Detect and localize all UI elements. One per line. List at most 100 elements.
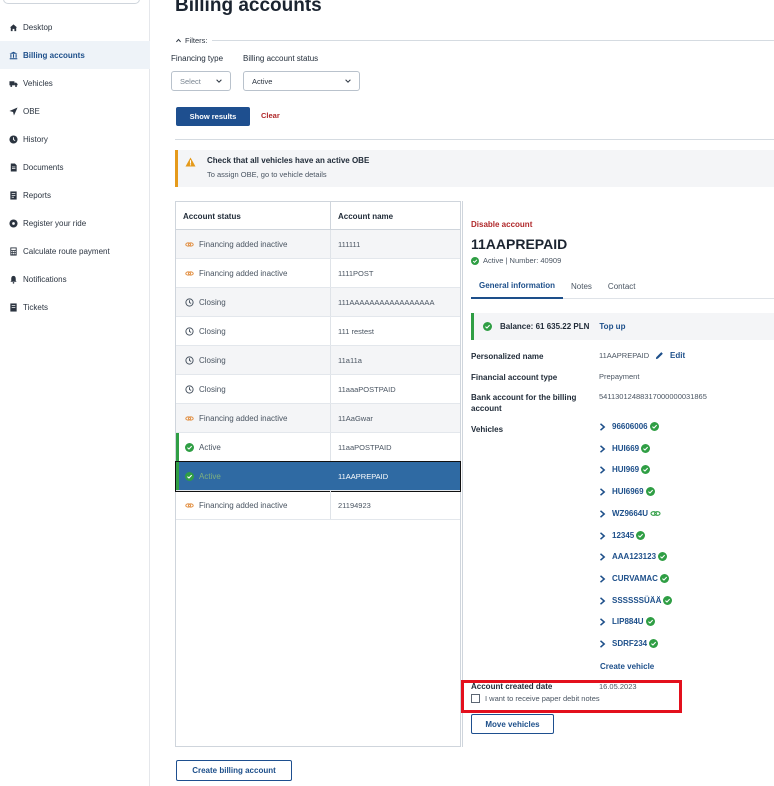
status-text: Closing [199,297,226,307]
status-filter-select[interactable]: Active [243,71,360,91]
vehicle-link[interactable]: HUI6969 [599,487,655,496]
sidebar-item-notifications[interactable]: Notifications [0,265,150,293]
register-icon [8,218,18,228]
status-text: Financing added inactive [199,413,288,423]
sidebar-top-control[interactable] [3,0,140,4]
table-row[interactable]: Financing added inactive 11AaGwar [176,404,460,433]
cell-status: Active [176,462,331,490]
vehicle-plate: LIP884U [612,617,644,626]
sidebar-item-billing-accounts[interactable]: Billing accounts [0,41,150,69]
vehicle-link[interactable]: WZ9664U [599,509,661,518]
edit-name-button[interactable]: Edit [655,351,685,360]
link-icon [185,269,194,278]
divider [175,139,774,140]
bank-icon [8,50,18,60]
chevron-right-icon [599,444,606,453]
obe-warning-banner: Check that all vehicles have an active O… [175,150,774,187]
sidebar-item-label: Desktop [23,22,53,32]
filters-toggle[interactable]: Filters: [175,36,774,45]
sidebar-item-desktop[interactable]: Desktop [0,13,150,41]
vehicle-plate: HUI6969 [612,487,644,496]
top-up-link[interactable]: Top up [599,322,625,331]
vehicle-link[interactable]: SDRF234 [599,639,659,648]
tab-general-information[interactable]: General information [471,273,564,299]
checkbox-box[interactable] [471,694,480,703]
check-circle-icon [659,574,669,583]
show-results-button[interactable]: Show results [176,107,250,126]
cell-status: Financing added inactive [176,491,331,519]
vehicle-link[interactable]: CURVAMAC [599,574,669,583]
cell-account-name: 11aaPOSTPAID [338,442,392,452]
link-icon [185,501,194,510]
table-row[interactable]: Closing 11aaaPOSTPAID [176,375,460,404]
sidebar-item-label: Documents [23,162,64,172]
status-text: Financing added inactive [199,239,288,249]
table-row[interactable]: Closing 111 restest [176,317,460,346]
vehicle-link[interactable]: SSSSSSÜÄÄ [599,596,673,605]
chevron-right-icon [599,509,606,518]
personalized-name-label: Personalized name [471,352,544,361]
table-row[interactable]: Active 11aaPOSTPAID [176,433,460,462]
sidebar-item-label: Vehicles [23,78,53,88]
create-vehicle-link[interactable]: Create vehicle [600,662,654,671]
check-circle-icon [471,256,479,265]
move-vehicles-button[interactable]: Move vehicles [471,714,554,734]
chevron-down-icon [345,79,351,83]
sidebar-item-register-your-ride[interactable]: Register your ride [0,209,150,237]
table-row[interactable]: Financing added inactive 1111POST [176,259,460,288]
vehicle-link[interactable]: 96606006 [599,422,659,431]
document-icon [8,162,18,172]
clear-filters-button[interactable]: Clear [261,111,280,120]
table-row[interactable]: Financing added inactive 111111 [176,230,460,259]
bank-account-label: Bank account for the billing account [471,393,577,413]
vehicle-link[interactable]: HUI669 [599,444,651,453]
sidebar-item-label: Reports [23,190,52,200]
vehicle-link[interactable]: AAA123123 [599,552,668,561]
vehicle-link[interactable]: LIP884U [599,617,655,626]
status-filter-label: Billing account status [243,54,319,63]
cell-status: Financing added inactive [176,404,331,432]
sidebar-item-label: Billing accounts [23,50,85,60]
warning-title: Check that all vehicles have an active O… [207,156,370,165]
table-row[interactable]: Active 11AAPREPAID [175,461,461,492]
cell-status: Financing added inactive [176,230,331,258]
sidebar-item-vehicles[interactable]: Vehicles [0,69,150,97]
sidebar-item-label: OBE [23,106,40,116]
financial-type-value: Prepayment [599,372,640,381]
filters-label: Filters: [185,36,208,45]
cell-account-name: 11AaGwar [338,413,373,423]
sidebar-item-calculate-route-payment[interactable]: Calculate route payment [0,237,150,265]
tab-contact[interactable]: Contact [600,273,644,299]
check-circle-icon [649,422,659,431]
financing-type-select[interactable]: Select [171,71,231,91]
vehicle-link[interactable]: HUI969 [599,465,651,474]
vehicle-plate: 12345 [612,531,635,540]
chevron-right-icon [599,487,606,496]
column-header-status[interactable]: Account status [176,202,331,230]
disable-account-link[interactable]: Disable account [471,220,532,229]
chevron-right-icon [599,574,606,583]
sidebar-item-reports[interactable]: Reports [0,181,150,209]
check-circle-icon [641,444,651,453]
tab-notes[interactable]: Notes [563,273,600,299]
vehicle-link[interactable]: 12345 [599,531,646,540]
pencil-icon [655,352,663,360]
chevron-right-icon [599,465,606,474]
account-detail-panel: Disable account 11AAPREPAID Active | Num… [462,201,774,747]
financing-type-label: Financing type [171,54,224,63]
create-billing-account-button[interactable]: Create billing account [176,760,292,781]
sidebar-item-documents[interactable]: Documents [0,153,150,181]
vehicle-plate: SSSSSSÜÄÄ [612,596,662,605]
column-header-name[interactable]: Account name [331,202,460,230]
status-text: Active [199,471,221,481]
table-row[interactable]: Financing added inactive 21194923 [176,491,460,520]
sidebar-item-obe[interactable]: OBE [0,97,150,125]
sidebar-item-history[interactable]: History [0,125,150,153]
vehicle-plate: HUI969 [612,465,640,474]
cell-status: Active [176,433,331,461]
sidebar-item-tickets[interactable]: Tickets [0,293,150,321]
table-row[interactable]: Closing 111AAAAAAAAAAAAAAAAA [176,288,460,317]
home-icon [8,22,18,32]
table-row[interactable]: Closing 11a11a [176,346,460,375]
paper-debit-notes-checkbox[interactable]: I want to receive paper debit notes [471,694,600,703]
